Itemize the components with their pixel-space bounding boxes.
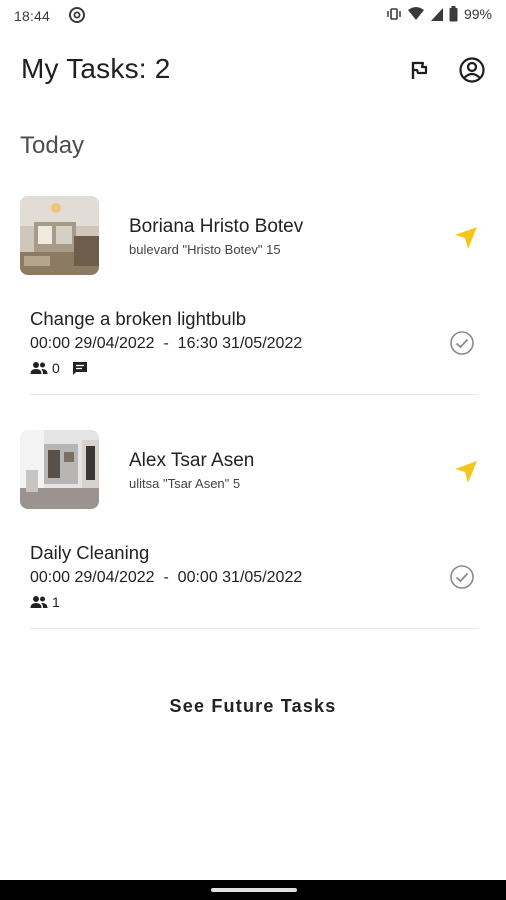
divider (30, 394, 478, 395)
task-title: Daily Cleaning (30, 542, 150, 563)
task-row[interactable]: Daily Cleaning 00:00 29/04/2022 - 00:00 … (30, 542, 478, 642)
wifi-icon (407, 7, 424, 20)
task-meta: 0 (30, 360, 88, 376)
signal-icon (430, 8, 443, 21)
report-flag-button[interactable] (404, 55, 434, 85)
home-handle[interactable] (211, 888, 297, 892)
at-sign-icon (69, 7, 85, 23)
complete-check-icon[interactable] (449, 330, 475, 356)
system-nav-bar (0, 880, 506, 900)
task-dates: 00:00 29/04/2022 - 00:00 31/05/2022 (30, 569, 303, 586)
status-bar: 18:44 99% (0, 0, 506, 32)
task-title: Change a broken lightbulb (30, 308, 246, 329)
account-circle-icon (459, 57, 485, 83)
task-dates: 00:00 29/04/2022 - 16:30 31/05/2022 (30, 335, 303, 352)
vibrate-icon (387, 8, 401, 20)
property-row[interactable]: Alex Tsar Asen ulitsa "Tsar Asen" 5 (20, 430, 486, 510)
people-count: 0 (52, 360, 60, 376)
property-address: ulitsa "Tsar Asen" 5 (129, 476, 241, 491)
people-count: 1 (52, 594, 60, 610)
property-photo (20, 430, 99, 509)
status-time: 18:44 (14, 8, 51, 24)
battery-icon (449, 6, 458, 22)
status-right-group: 99% (386, 6, 492, 22)
property-name: Alex Tsar Asen (129, 450, 255, 471)
people-icon (30, 362, 48, 374)
account-button[interactable] (457, 55, 487, 85)
comment-icon (72, 361, 87, 375)
section-title-today: Today (20, 132, 85, 159)
people-icon (30, 596, 48, 608)
task-row[interactable]: Change a broken lightbulb 00:00 29/04/20… (30, 308, 478, 408)
property-photo (20, 196, 99, 275)
property-address: bulevard "Hristo Botev" 15 (129, 242, 281, 257)
complete-check-icon[interactable] (449, 564, 475, 590)
see-future-tasks-button[interactable]: See Future Tasks (0, 696, 506, 717)
task-meta: 1 (30, 594, 60, 610)
property-row[interactable]: Boriana Hristo Botev bulevard "Hristo Bo… (20, 196, 486, 276)
navigate-arrow-icon[interactable] (452, 458, 480, 486)
flag-icon (411, 61, 428, 79)
property-name: Boriana Hristo Botev (129, 216, 304, 237)
page-title: My Tasks: 2 (21, 53, 171, 84)
navigate-arrow-icon[interactable] (452, 224, 480, 252)
battery-percent: 99% (463, 6, 492, 22)
divider (30, 628, 478, 629)
